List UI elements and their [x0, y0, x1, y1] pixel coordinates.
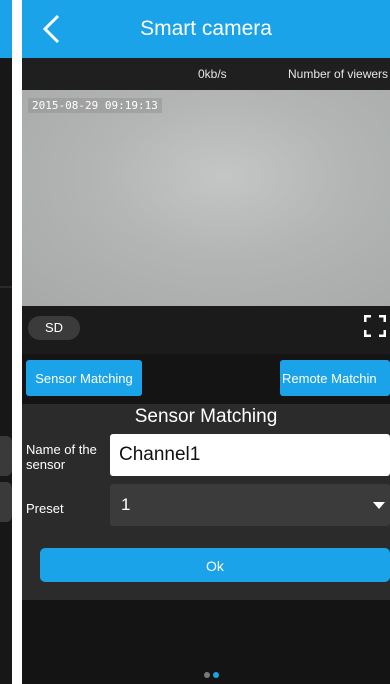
sensor-name-label: Name of the sensor	[26, 442, 97, 472]
stream-status-bar: 0kb/s Number of viewers	[22, 58, 390, 90]
viewers-label: Number of viewers	[288, 67, 389, 81]
page-dot-active[interactable]	[213, 672, 219, 678]
sensor-matching-button[interactable]: Sensor Matching	[26, 360, 142, 396]
adjacent-screen-field	[0, 482, 12, 522]
video-feed[interactable]: 2015-08-29 09:19:13	[22, 90, 390, 306]
preset-dropdown[interactable]: 1	[110, 484, 390, 526]
page-title: Smart camera	[140, 17, 272, 40]
adjacent-screen-titlebar	[0, 0, 12, 58]
stream-speed: 0kb/s	[198, 67, 227, 81]
page-dot[interactable]	[204, 672, 210, 678]
ok-button[interactable]: Ok	[40, 548, 390, 582]
adjacent-screen-divider	[0, 286, 12, 288]
remote-matching-button[interactable]: Remote Matchin	[280, 360, 390, 396]
video-timestamp: 2015-08-29 09:19:13	[28, 98, 162, 113]
preset-label: Preset	[26, 501, 64, 516]
screen-divider	[12, 0, 22, 684]
title-bar: Smart camera	[22, 0, 390, 58]
preset-selected-value: 1	[121, 495, 131, 514]
matching-mode-row: Sensor Matching Remote Matchin	[22, 354, 390, 404]
player-controls: SD	[22, 306, 390, 354]
adjacent-screen-edge	[0, 0, 12, 684]
sensor-matching-panel: Sensor Matching Name of the sensor Prese…	[22, 404, 390, 600]
fullscreen-button[interactable]	[363, 314, 387, 338]
adjacent-screen-field	[0, 436, 12, 476]
sensor-name-input[interactable]	[110, 434, 390, 476]
fullscreen-icon	[363, 314, 387, 338]
smart-camera-screen: Smart camera 0kb/s Number of viewers 201…	[22, 0, 390, 684]
quality-sd-button[interactable]: SD	[28, 316, 80, 340]
panel-title: Sensor Matching	[134, 406, 278, 427]
caret-down-icon	[373, 502, 385, 509]
